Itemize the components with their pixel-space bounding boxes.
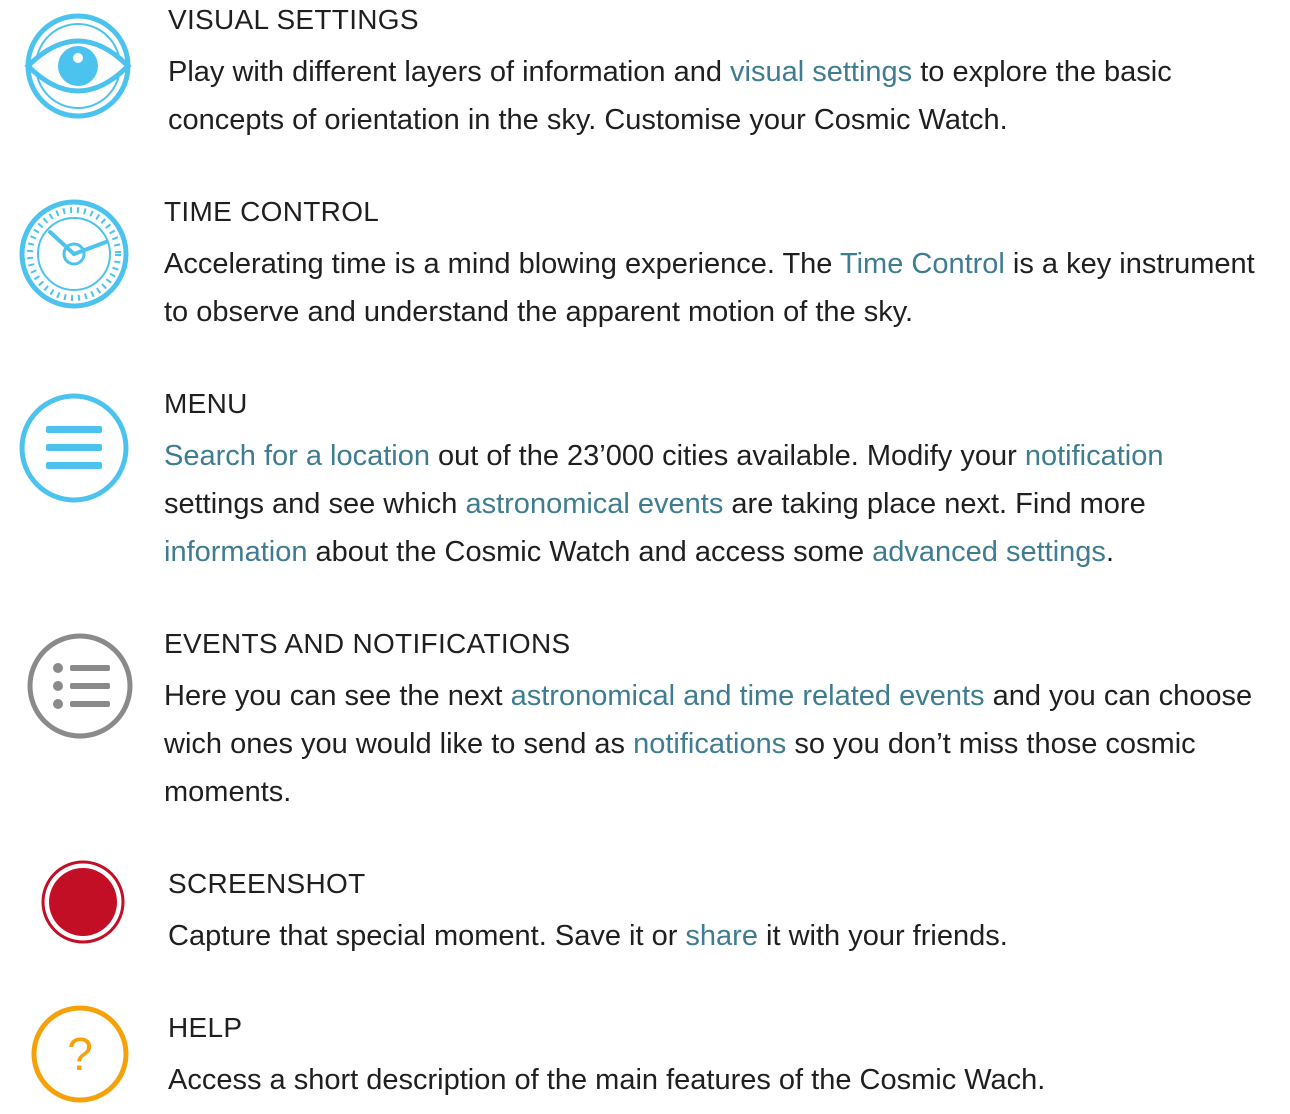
menu-icon[interactable] [14,388,134,508]
record-icon[interactable] [23,842,143,962]
astronomical-time-events-link[interactable]: astronomical and time related events [511,680,985,712]
section-description: Here you can see the next astronomical a… [164,672,1270,816]
advanced-settings-link[interactable]: advanced settings [872,536,1106,568]
list-icon[interactable] [20,626,140,746]
eye-icon[interactable] [18,8,138,128]
visual-settings-link[interactable]: visual settings [730,56,912,88]
section-title: MENU [164,388,248,419]
desc-text: Here you can see the next [164,680,511,712]
notifications-link[interactable]: notifications [633,728,786,760]
section-description: Search for a location out of the 23’000 … [164,432,1270,576]
desc-text: Play with different layers of informatio… [168,56,731,88]
desc-text: settings and see which [164,488,466,520]
desc-text: about the Cosmic Watch and access some [307,536,873,568]
section-description: Play with different layers of informatio… [168,48,1270,144]
section-description: Capture that special moment. Save it or … [168,912,1270,960]
notification-link[interactable]: notification [1025,440,1164,472]
section-description: Accelerating time is a mind blowing expe… [164,240,1270,336]
section-title: VISUAL SETTINGS [168,4,419,35]
desc-text: Access a short description of the main f… [168,1064,1046,1096]
share-link[interactable]: share [685,920,758,952]
desc-text: it with your friends. [757,920,1008,952]
clock-icon[interactable] [14,194,134,314]
section-title: EVENTS AND NOTIFICATIONS [164,628,571,659]
desc-text: out of the 23’000 cities available. Modi… [429,440,1025,472]
section-title: HELP [168,1012,243,1043]
desc-text: Capture that special moment. Save it or [168,920,686,952]
help-glyph: ? [67,1028,93,1080]
section-title: SCREENSHOT [168,868,366,899]
desc-text: are taking place next. Find more [723,488,1146,520]
section-title: TIME CONTROL [164,196,380,227]
desc-text: Accelerating time is a mind blowing expe… [164,248,840,280]
astronomical-events-link[interactable]: astronomical events [465,488,723,520]
information-link[interactable]: information [164,536,307,568]
help-icon[interactable]: ? [20,994,140,1114]
search-location-link[interactable]: Search for a location [164,440,430,472]
time-control-link[interactable]: Time Control [840,248,1005,280]
desc-text: . [1105,536,1114,568]
section-description: Access a short description of the main f… [168,1056,1270,1104]
